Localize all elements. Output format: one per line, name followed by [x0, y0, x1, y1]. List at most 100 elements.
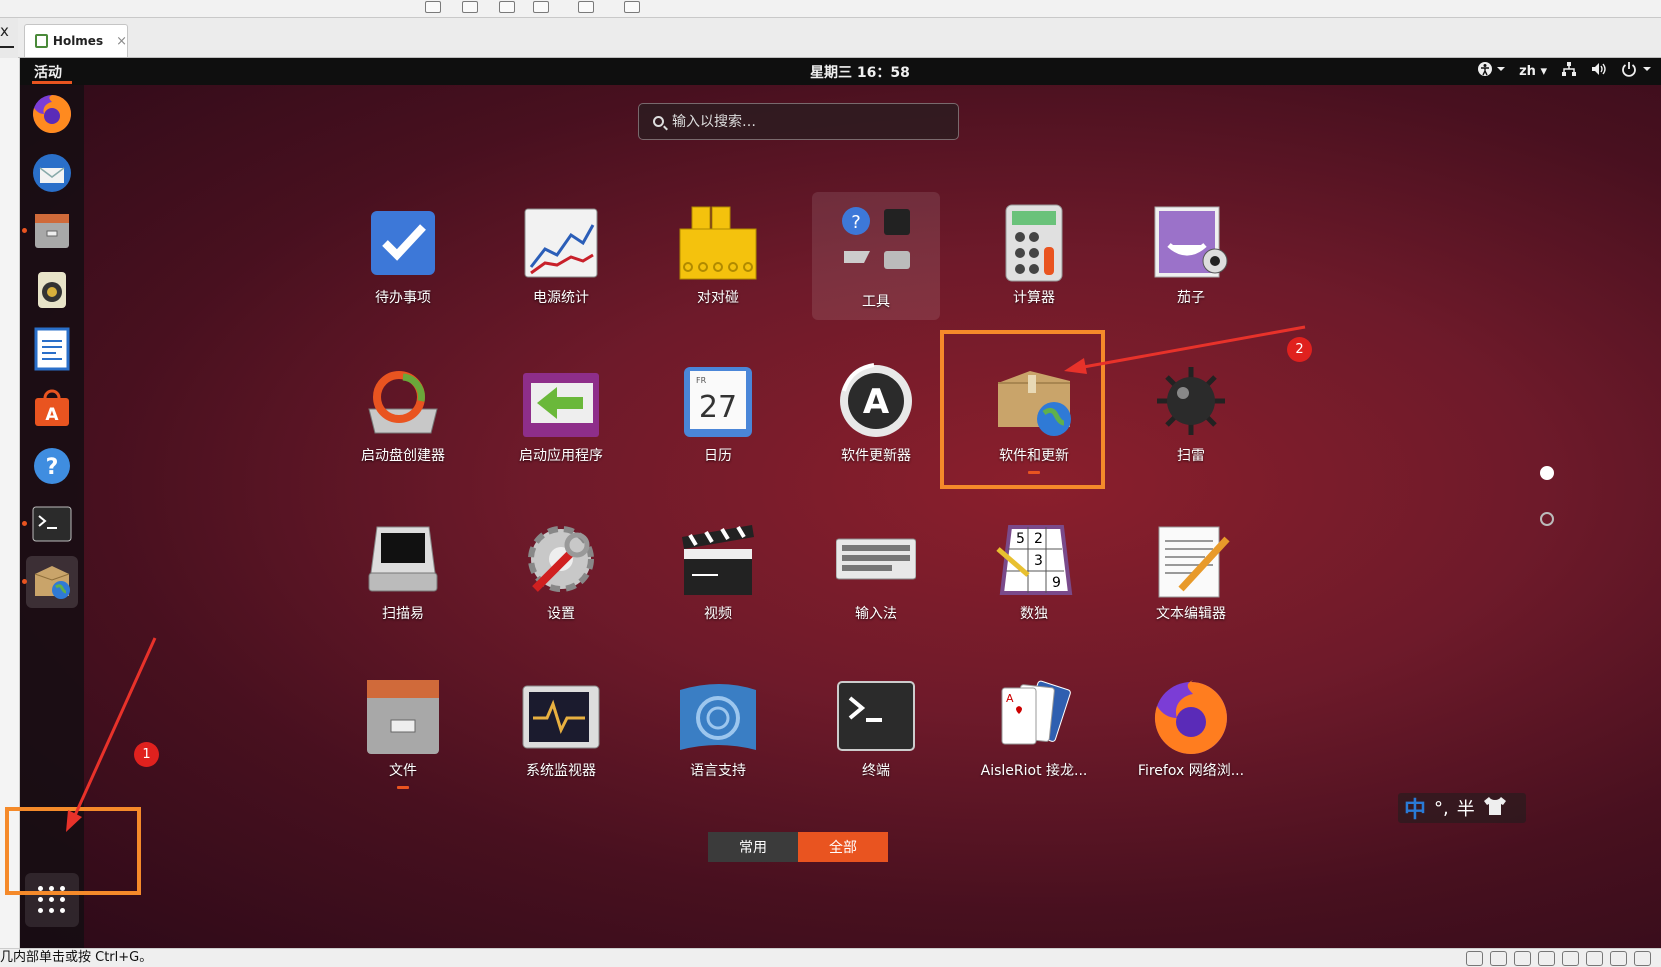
videos-icon [682, 525, 754, 595]
message-icon[interactable] [1634, 951, 1651, 966]
toolbar-button[interactable] [499, 1, 515, 13]
svg-text:2: 2 [1034, 531, 1043, 547]
toolbar-button[interactable] [624, 1, 640, 13]
app-label: 启动盘创建器 [361, 448, 445, 464]
accessibility-icon[interactable] [1477, 61, 1506, 81]
app-label: 输入法 [855, 606, 897, 622]
toolbar-button[interactable] [578, 1, 594, 13]
dock-files[interactable] [22, 205, 78, 257]
toolbar-button[interactable] [425, 1, 441, 13]
sudoku-icon: 5 2 39 [996, 525, 1073, 595]
dock-rhythmbox[interactable] [26, 264, 78, 316]
ime-width[interactable]: 半 [1457, 795, 1475, 821]
calendar-date: 27 [699, 390, 737, 425]
hdd-icon[interactable] [1466, 951, 1483, 966]
startup-applications-icon [523, 373, 599, 437]
dock-software-center[interactable]: A [26, 382, 78, 434]
dock-terminal[interactable] [22, 498, 78, 550]
app-software-updater[interactable]: A 软件更新器 [812, 353, 940, 488]
network-adapter-icon[interactable] [1562, 951, 1579, 966]
app-power-statistics[interactable]: 电源统计 [497, 195, 625, 330]
floppy-icon[interactable] [1538, 951, 1555, 966]
app-language-support[interactable]: 语言支持 [654, 668, 782, 803]
ime-punctuation[interactable]: °, [1434, 798, 1449, 819]
clock[interactable]: 星期三 16：58 [810, 62, 910, 82]
app-settings[interactable]: 设置 [497, 511, 625, 646]
app-firefox[interactable]: Firefox 网络浏... [1127, 668, 1255, 803]
app-mines[interactable]: 扫雷 [1127, 353, 1255, 488]
svg-text:A: A [863, 382, 890, 422]
app-simple-scan[interactable]: 扫描易 [339, 511, 467, 646]
tab-close-icon[interactable]: × [116, 34, 127, 49]
mines-icon [1157, 367, 1225, 435]
svg-text:3: 3 [1034, 553, 1043, 569]
app-input-method[interactable]: 输入法 [812, 511, 940, 646]
ime-status-bar[interactable]: 中 °, 半 [1398, 793, 1526, 823]
vm-tabbar: Holmes × [18, 18, 1661, 58]
calendar-day: FR [696, 376, 707, 385]
app-calculator[interactable]: 计算器 [970, 195, 1098, 330]
highlight-box-show-apps [5, 807, 141, 895]
page-indicator-2[interactable] [1540, 512, 1554, 526]
activities-button[interactable]: 活动 [34, 62, 62, 82]
app-sudoku[interactable]: 52 39 数独 [970, 511, 1098, 646]
app-files[interactable]: 文件 [339, 668, 467, 803]
app-label: 语言支持 [690, 763, 746, 779]
guest-screen: 活动 星期三 16：58 zh ▾ A ? 输入以搜索… 待办事项 电源统计 对… [20, 58, 1661, 948]
calendar-icon: FR 27 [684, 367, 752, 437]
app-swell-foop[interactable]: 对对碰 [654, 195, 782, 330]
printer-icon[interactable] [1586, 951, 1603, 966]
running-indicator [22, 579, 27, 584]
app-startup-disk-creator[interactable]: 启动盘创建器 [339, 353, 467, 488]
toolbar-button[interactable] [462, 1, 478, 13]
toolbar-button[interactable] [533, 1, 549, 13]
app-startup-applications[interactable]: 启动应用程序 [497, 353, 625, 488]
firefox-icon [1154, 680, 1227, 754]
app-text-editor[interactable]: 文本编辑器 [1127, 511, 1255, 646]
input-method-icon [836, 538, 916, 580]
step-badge-1: 1 [134, 742, 159, 767]
writer-icon [34, 327, 70, 371]
cd-icon[interactable] [1514, 951, 1531, 966]
files-icon [35, 214, 69, 248]
close-icon[interactable]: x [0, 22, 14, 42]
ime-mode[interactable]: 中 [1404, 792, 1426, 824]
todo-icon [371, 211, 435, 275]
rhythmbox-icon [38, 272, 66, 308]
app-utilities-folder[interactable]: ? 工具 [812, 195, 940, 330]
sound-icon[interactable] [1610, 951, 1627, 966]
page-indicator-1[interactable] [1540, 466, 1554, 480]
search-input[interactable] [670, 112, 930, 131]
app-videos[interactable]: 视频 [654, 511, 782, 646]
app-label: 电源统计 [533, 290, 589, 306]
network-icon[interactable] [1561, 61, 1577, 81]
dock-firefox[interactable] [26, 88, 78, 140]
app-cheese[interactable]: 茄子 [1127, 195, 1255, 330]
software-center-icon: A [35, 389, 69, 426]
language-indicator[interactable]: zh ▾ [1519, 64, 1547, 79]
software-updates-icon [34, 566, 70, 599]
frequent-apps-button[interactable]: 常用 [708, 832, 798, 862]
app-system-monitor[interactable]: 系统监视器 [497, 668, 625, 803]
all-apps-button[interactable]: 全部 [798, 832, 888, 862]
dock-help[interactable]: ? [26, 440, 78, 492]
app-aisleriot[interactable]: A AisleRiot 接龙... [970, 668, 1098, 803]
app-calendar[interactable]: FR 27 日历 [654, 353, 782, 488]
app-label: 系统监视器 [526, 763, 596, 779]
simple-scan-icon [368, 526, 438, 592]
app-terminal[interactable]: 终端 [812, 668, 940, 803]
app-todo[interactable]: 待办事项 [339, 195, 467, 330]
text-editor-icon [1158, 526, 1230, 598]
volume-icon[interactable] [1591, 61, 1607, 81]
dock-writer[interactable] [26, 323, 78, 375]
cd-icon[interactable] [1490, 951, 1507, 966]
dock-software-updates[interactable] [22, 556, 78, 608]
language-label: zh [1519, 63, 1536, 79]
dock-thunderbird[interactable] [26, 147, 78, 199]
search-icon [653, 116, 664, 127]
search-bar[interactable] [638, 103, 959, 140]
power-icon[interactable] [1621, 61, 1651, 81]
vm-tab[interactable]: Holmes × [24, 24, 128, 57]
app-label: 扫雷 [1177, 448, 1205, 464]
shirt-icon[interactable] [1483, 796, 1507, 821]
